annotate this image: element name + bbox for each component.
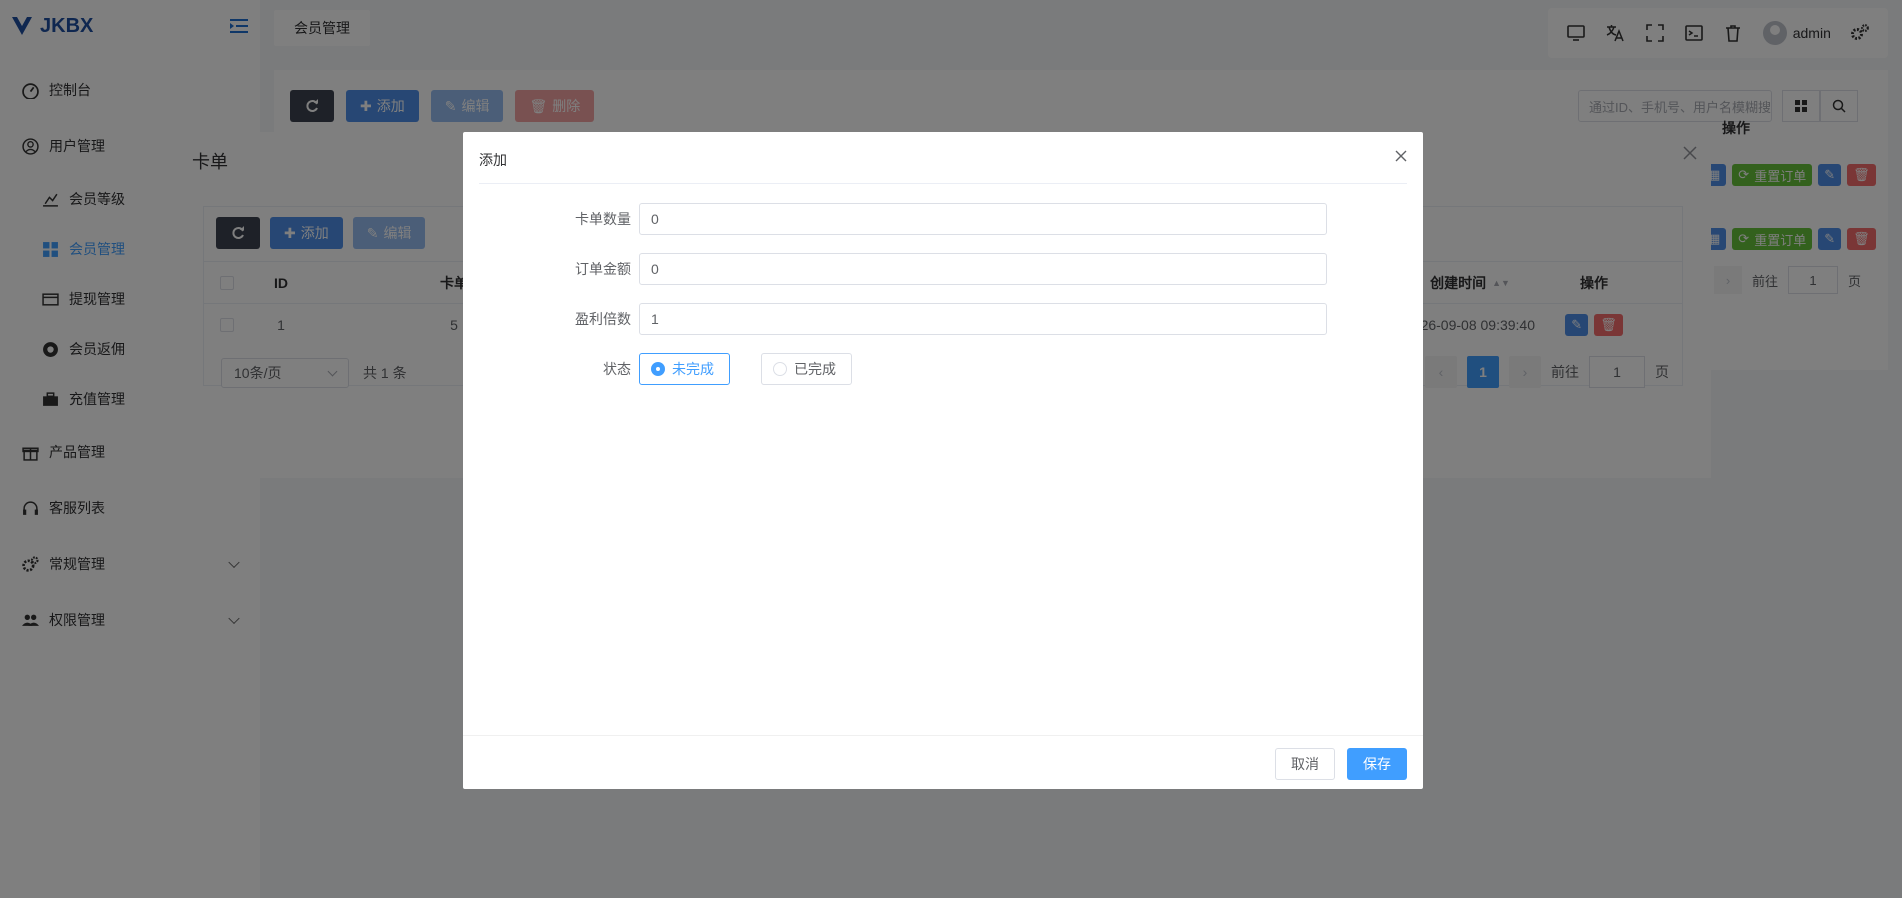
card-count-label: 卡单数量 bbox=[575, 211, 631, 227]
profit-multiplier-input[interactable]: 1 bbox=[639, 303, 1327, 335]
dialog-title: 添加 bbox=[479, 152, 507, 168]
radio-dot-icon bbox=[651, 362, 665, 376]
form-row-status: 状态 未完成 已完成 bbox=[463, 353, 1423, 385]
radio-label: 未完成 bbox=[672, 361, 714, 377]
add-dialog: 添加 卡单数量 0 订单金额 0 盈利倍数 1 状态 未完成 已完成 取消 保存 bbox=[463, 132, 1423, 789]
radio-dot-icon bbox=[773, 362, 787, 376]
close-icon[interactable] bbox=[1395, 150, 1407, 162]
card-count-input[interactable]: 0 bbox=[639, 203, 1327, 235]
dialog-footer: 取消 保存 bbox=[463, 735, 1423, 789]
cancel-button[interactable]: 取消 bbox=[1275, 748, 1335, 780]
form-row-card-count: 卡单数量 0 bbox=[463, 203, 1423, 235]
profit-multiplier-label: 盈利倍数 bbox=[575, 311, 631, 327]
status-radio-complete[interactable]: 已完成 bbox=[761, 353, 852, 385]
form-row-order-amount: 订单金额 0 bbox=[463, 253, 1423, 285]
order-amount-input[interactable]: 0 bbox=[639, 253, 1327, 285]
radio-label: 已完成 bbox=[794, 361, 836, 377]
dialog-header: 添加 bbox=[479, 132, 1407, 184]
status-label: 状态 bbox=[603, 361, 631, 377]
form-row-profit-multiplier: 盈利倍数 1 bbox=[463, 303, 1423, 335]
status-radio-incomplete[interactable]: 未完成 bbox=[639, 353, 730, 385]
save-button[interactable]: 保存 bbox=[1347, 748, 1407, 780]
order-amount-label: 订单金额 bbox=[575, 261, 631, 277]
